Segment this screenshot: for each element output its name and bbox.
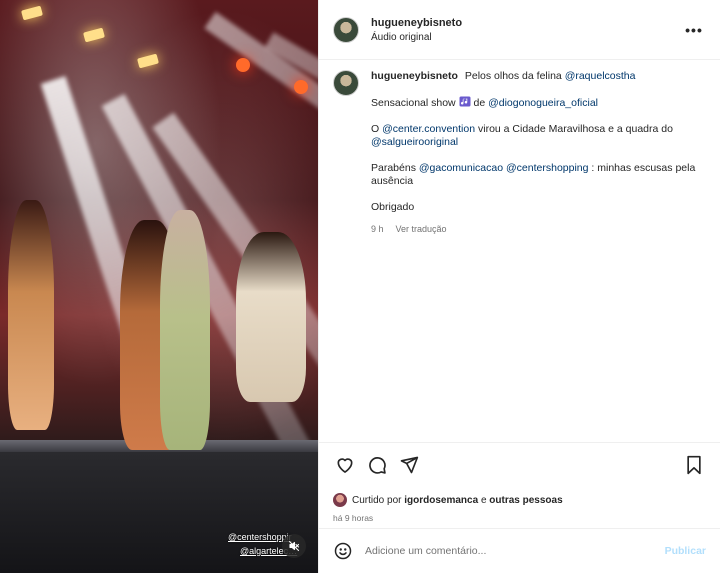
red-lamp xyxy=(236,58,250,72)
save-button[interactable] xyxy=(682,453,706,477)
performer-figure xyxy=(160,210,210,450)
likes-prefix: Curtido por xyxy=(352,494,402,506)
post-actions: Curtido por igordosemanca e outras pesso… xyxy=(319,442,720,523)
red-lamp xyxy=(294,80,308,94)
caption-meta: 9 h Ver tradução xyxy=(371,223,701,236)
header-text: hugueneybisneto Áudio original xyxy=(371,17,682,43)
avatar[interactable] xyxy=(333,493,347,507)
liker-username[interactable]: igordosemanca xyxy=(404,495,478,506)
heart-icon xyxy=(337,458,353,473)
avatar[interactable] xyxy=(333,16,359,43)
post-header: hugueneybisneto Áudio original ••• xyxy=(319,0,720,60)
comment-icon xyxy=(369,457,386,474)
caption-line: Sensacional show de @diogonogueira_ofici… xyxy=(371,96,701,110)
caption: hugueneybisneto Pelos olhos da felina @r… xyxy=(333,70,706,236)
comments-section: hugueneybisneto Pelos olhos da felina @r… xyxy=(319,60,720,442)
post-time[interactable]: 9 h xyxy=(371,223,384,236)
caption-line: hugueneybisneto Pelos olhos da felina @r… xyxy=(371,70,701,83)
share-icon xyxy=(400,456,419,474)
like-button[interactable] xyxy=(333,453,357,477)
comment-button[interactable] xyxy=(365,453,389,477)
bookmark-icon xyxy=(687,455,701,475)
mention-link[interactable]: @diogonogueira_oficial xyxy=(488,97,598,109)
post-date: há 9 horas xyxy=(333,513,374,523)
mention-link[interactable]: @gacomunicacao xyxy=(419,162,503,174)
dancer-figure xyxy=(236,232,306,402)
caption-text: virou a Cidade Maravilhosa e a quadra do xyxy=(477,123,673,135)
add-comment-bar: Publicar xyxy=(319,528,720,573)
header-username[interactable]: hugueneybisneto xyxy=(371,17,682,29)
caption-text: Pelos olhos da felina xyxy=(464,70,562,82)
mention-link[interactable]: @center.convention xyxy=(382,123,475,135)
caption-text: Obrigado xyxy=(371,201,415,213)
likes-suffix: e xyxy=(480,494,487,506)
caption-line: Obrigado xyxy=(371,201,701,214)
publish-button[interactable]: Publicar xyxy=(665,545,706,557)
avatar[interactable] xyxy=(333,70,359,96)
see-translation-button[interactable]: Ver tradução xyxy=(396,223,447,236)
caption-text: de xyxy=(473,97,486,109)
post-media[interactable]: @centershoppir @algartelec… xyxy=(0,0,318,573)
post-panel: hugueneybisneto Áudio original ••• hugue… xyxy=(318,0,720,573)
dancer-figure xyxy=(8,200,54,430)
other-likers-link[interactable]: outras pessoas xyxy=(489,495,562,506)
mention-link[interactable]: @centershopping xyxy=(506,162,588,174)
mention-link[interactable]: @raquelcostha xyxy=(565,70,636,82)
more-options-button[interactable]: ••• xyxy=(682,20,706,40)
caption-body: hugueneybisneto Pelos olhos da felina @r… xyxy=(371,70,701,236)
caption-text: O xyxy=(371,123,380,135)
emoji-button[interactable] xyxy=(333,541,353,561)
caption-text: Parabéns xyxy=(371,162,416,174)
caption-line: O @center.convention virou a Cidade Mara… xyxy=(371,123,701,149)
music-emoji-icon xyxy=(459,96,471,107)
mute-button[interactable] xyxy=(282,534,306,558)
comment-input[interactable] xyxy=(365,545,665,557)
action-icons xyxy=(333,453,706,477)
caption-line: Parabéns @gacomunicacao @centershopping … xyxy=(371,162,701,188)
emoji-icon xyxy=(334,542,352,560)
caption-username[interactable]: hugueneybisneto xyxy=(371,70,458,82)
likes-summary: Curtido por igordosemanca e outras pesso… xyxy=(333,493,706,507)
mute-icon xyxy=(288,540,300,552)
original-audio-link[interactable]: Áudio original xyxy=(371,32,682,43)
mention-link[interactable]: @salgueirooriginal xyxy=(371,136,458,148)
share-button[interactable] xyxy=(397,453,421,477)
caption-text: Sensacional show xyxy=(371,97,456,109)
